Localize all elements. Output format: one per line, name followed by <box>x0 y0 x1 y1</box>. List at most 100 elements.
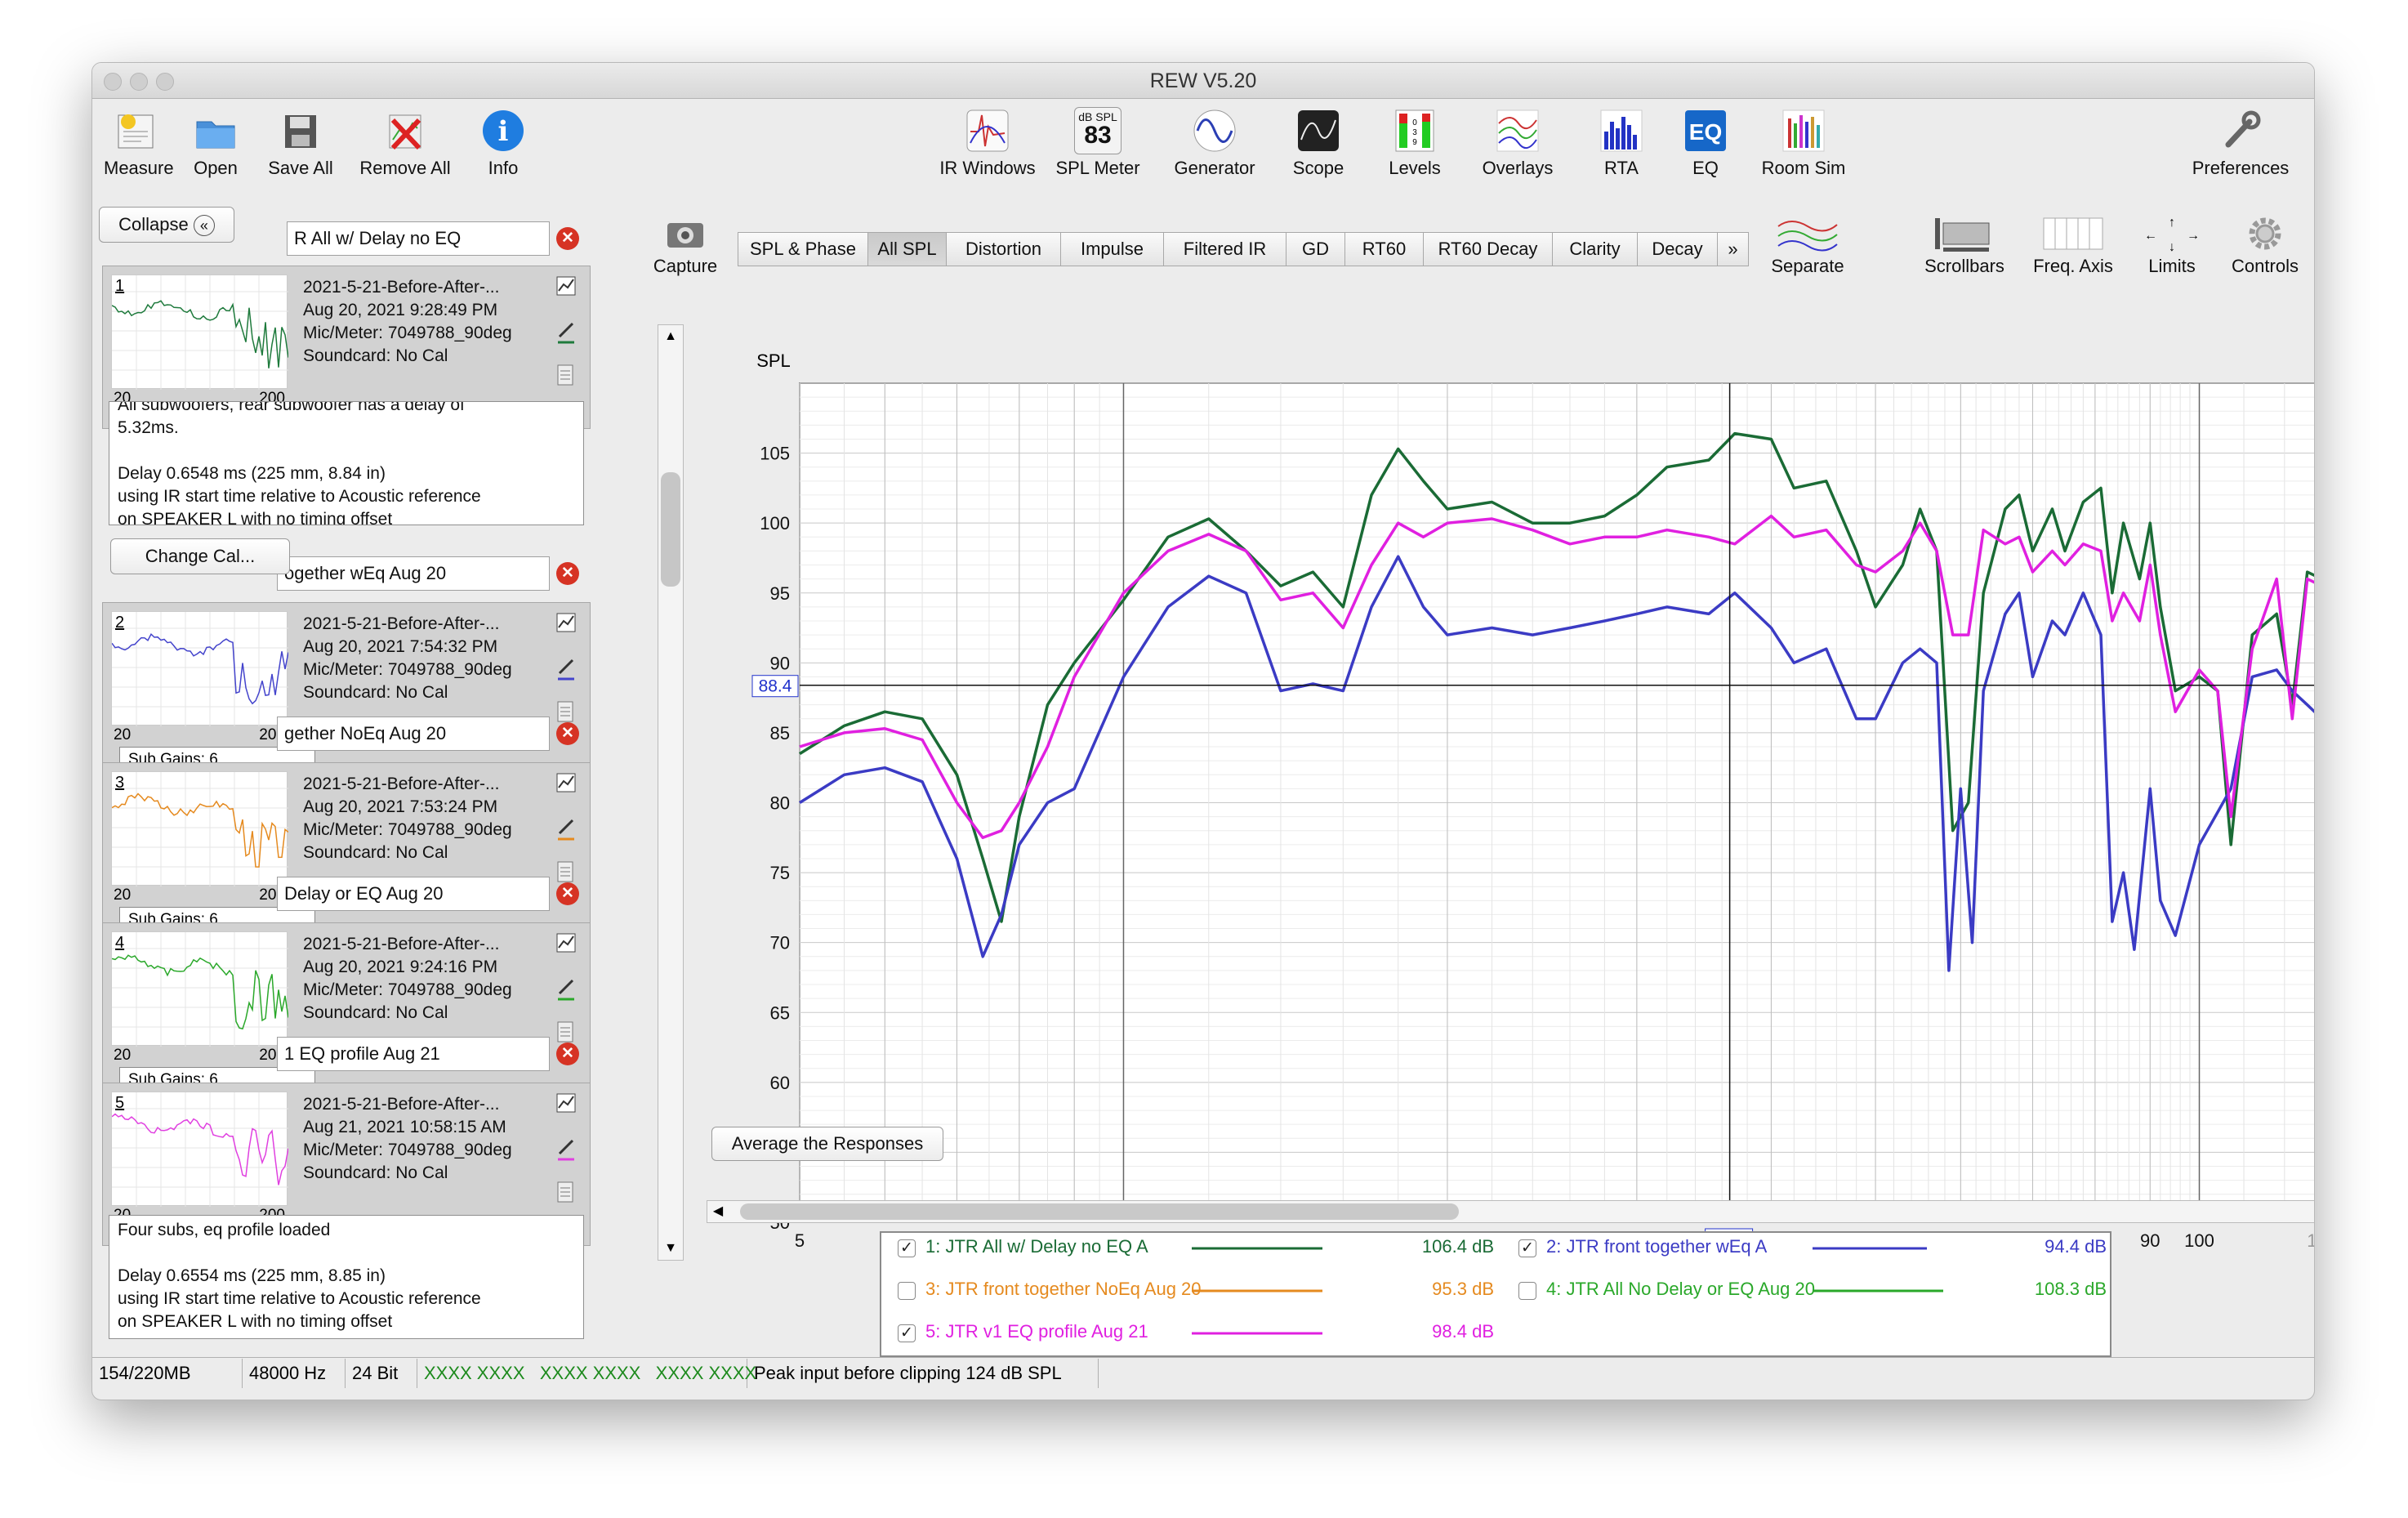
legend-checkbox[interactable]: ✓ <box>898 1324 916 1342</box>
freq-axis-button[interactable]: Freq. Axis <box>2020 215 2126 277</box>
sine-wave-icon <box>1191 107 1238 154</box>
trace-color-pen-icon[interactable] <box>556 1137 576 1162</box>
thumbnail-axis-left: 20 <box>114 726 132 743</box>
trace-color-pen-icon[interactable] <box>556 817 576 842</box>
bit-depth-status: 24 Bit <box>346 1359 417 1388</box>
open-button[interactable]: Open <box>184 107 247 179</box>
ir-windows-button[interactable]: IR Windows <box>937 107 1038 179</box>
measurement-thumbnail: 3 20 200 <box>111 771 289 904</box>
thumbnail-index: 4 <box>115 934 125 952</box>
measurement-chart-icon[interactable] <box>556 773 576 792</box>
legend-box: ✓ 1: JTR All w/ Delay no EQ A 106.4 dB ✓ … <box>880 1231 2111 1357</box>
measurement-title: 2021-5-21-Before-After-... <box>303 935 500 953</box>
graph-tab-rt60[interactable]: RT60 <box>1345 232 1424 266</box>
measurement-chart-icon[interactable] <box>556 933 576 953</box>
eq-button[interactable]: EQ EQ <box>1677 107 1734 179</box>
overlays-button[interactable]: Overlays <box>1473 107 1563 179</box>
svg-text:3: 3 <box>1412 128 1417 137</box>
graph-tab-more-chevron-icon[interactable]: » <box>1718 232 1749 266</box>
wrench-icon <box>2217 107 2264 154</box>
measurement-name-field-3[interactable]: gether NoEq Aug 20 <box>277 717 550 751</box>
svg-text:0: 0 <box>1412 118 1417 127</box>
remove-measurement-icon[interactable]: ✕ <box>556 1043 579 1065</box>
trace-color-pen-icon[interactable] <box>556 657 576 681</box>
peak-input-status: Peak input before clipping 124 dB SPL <box>747 1359 1099 1388</box>
measure-button[interactable]: Measure <box>104 107 174 179</box>
svg-text:9: 9 <box>1412 138 1417 147</box>
measurement-name-field-1[interactable]: R All w/ Delay no EQ <box>287 221 550 256</box>
preferences-button[interactable]: Preferences <box>2183 107 2298 179</box>
limits-arrows-icon: ↑ ↓ ← → <box>2139 215 2205 254</box>
measurement-date: Aug 21, 2021 10:58:15 AM <box>303 1118 506 1136</box>
legend-checkbox[interactable]: ✓ <box>898 1239 916 1257</box>
remove-measurement-icon[interactable]: ✕ <box>556 562 579 585</box>
graph-tab-decay[interactable]: Decay <box>1638 232 1718 266</box>
remove-measurement-icon[interactable]: ✕ <box>556 722 579 745</box>
cursor-y-readout: 88.4 <box>759 677 792 696</box>
measurement-notes-icon[interactable] <box>557 1181 575 1203</box>
room-sim-icon <box>1780 107 1827 154</box>
thumbnail-graph <box>111 932 289 1047</box>
average-responses-button[interactable]: Average the Responses <box>711 1127 943 1161</box>
measurement-name-field-4[interactable]: Delay or EQ Aug 20 <box>277 877 550 911</box>
limits-button[interactable]: ↑ ↓ ← → Limits <box>2131 215 2213 277</box>
graph-tab-spl-phase[interactable]: SPL & Phase <box>738 232 868 266</box>
legend-value: 95.3 dB <box>1432 1279 1494 1299</box>
remove-measurement-icon[interactable]: ✕ <box>556 882 579 905</box>
levels-button[interactable]: 039 Levels <box>1378 107 1451 179</box>
thumbnail-trace <box>111 792 289 868</box>
room-sim-button[interactable]: Room Sim <box>1750 107 1857 179</box>
frequency-scroll-thumb[interactable] <box>740 1203 1459 1220</box>
measurement-name-field-2[interactable]: ogether wEq Aug 20 <box>277 556 550 591</box>
freq-axis-icon <box>2040 215 2106 252</box>
measurement-name-field-5[interactable]: 1 EQ profile Aug 21 <box>277 1037 550 1071</box>
graph-tab-gd[interactable]: GD <box>1286 232 1345 266</box>
scrollbars-button[interactable]: Scrollbars <box>1907 215 2022 277</box>
trace-color-pen-icon[interactable] <box>556 977 576 1002</box>
legend-label: 1: JTR All w/ Delay no EQ A <box>925 1236 1148 1257</box>
measurement-chart-icon[interactable] <box>556 276 576 296</box>
measurement-notes-icon[interactable] <box>557 1021 575 1043</box>
capture-button[interactable]: Capture <box>644 215 726 277</box>
separate-button[interactable]: Separate <box>1759 215 1857 277</box>
measurement-chart-icon[interactable] <box>556 1093 576 1113</box>
eq-icon: EQ <box>1682 107 1729 154</box>
graph-tab-all-spl[interactable]: All SPL <box>868 232 947 266</box>
generator-button[interactable]: Generator <box>1166 107 1264 179</box>
legend-checkbox[interactable] <box>1518 1282 1536 1300</box>
measurement-chart-icon[interactable] <box>556 613 576 632</box>
rta-button[interactable]: RTA <box>1589 107 1654 179</box>
y-axis-label: SPL <box>756 350 791 371</box>
info-button[interactable]: i Info <box>475 107 532 179</box>
frequency-scrollbar[interactable]: ◀ ▶ <box>707 1200 2314 1223</box>
remove-icon <box>381 107 429 154</box>
measurement-thumbnail: 4 20 200 <box>111 931 289 1064</box>
collapse-button[interactable]: Collapse « <box>99 207 234 243</box>
measurement-soundcard: Soundcard: No Cal <box>303 683 448 702</box>
svg-text:EQ: EQ <box>1689 119 1722 145</box>
graph-tab-filtered-ir[interactable]: Filtered IR <box>1164 232 1286 266</box>
scope-button[interactable]: Scope <box>1282 107 1355 179</box>
y-tick-label: 85 <box>770 723 790 743</box>
change-cal-button[interactable]: Change Cal... <box>110 538 290 574</box>
graph-tab-impulse[interactable]: Impulse <box>1061 232 1164 266</box>
scroll-left-arrow-icon[interactable]: ◀ <box>707 1201 729 1222</box>
save-all-button[interactable]: Save All <box>264 107 337 179</box>
measurement-notes-icon[interactable] <box>557 701 575 722</box>
measurement-notes-icon[interactable] <box>557 364 575 386</box>
graph-tab-distortion[interactable]: Distortion <box>947 232 1061 266</box>
legend-checkbox[interactable] <box>898 1282 916 1300</box>
thumbnail-graph <box>111 772 289 886</box>
measurement-notes-icon[interactable] <box>557 861 575 882</box>
remove-measurement-icon[interactable]: ✕ <box>556 227 579 250</box>
trace-color-pen-icon[interactable] <box>556 320 576 345</box>
spl-meter-button[interactable]: dB SPL 83 SPL Meter <box>1053 107 1143 179</box>
remove-all-button[interactable]: Remove All <box>352 107 458 179</box>
measurement-thumbnail: 2 20 200 <box>111 611 289 743</box>
graph-tab-rt60-decay[interactable]: RT60 Decay <box>1424 232 1553 266</box>
notes-measurement-5[interactable]: Four subs, eq profile loaded Delay 0.655… <box>109 1215 584 1339</box>
controls-button[interactable]: Controls <box>2216 215 2314 277</box>
notes-measurement-1[interactable]: All subwoofers, rear subwoofer has a del… <box>109 401 584 525</box>
graph-tab-clarity[interactable]: Clarity <box>1553 232 1638 266</box>
legend-checkbox[interactable]: ✓ <box>1518 1239 1536 1257</box>
